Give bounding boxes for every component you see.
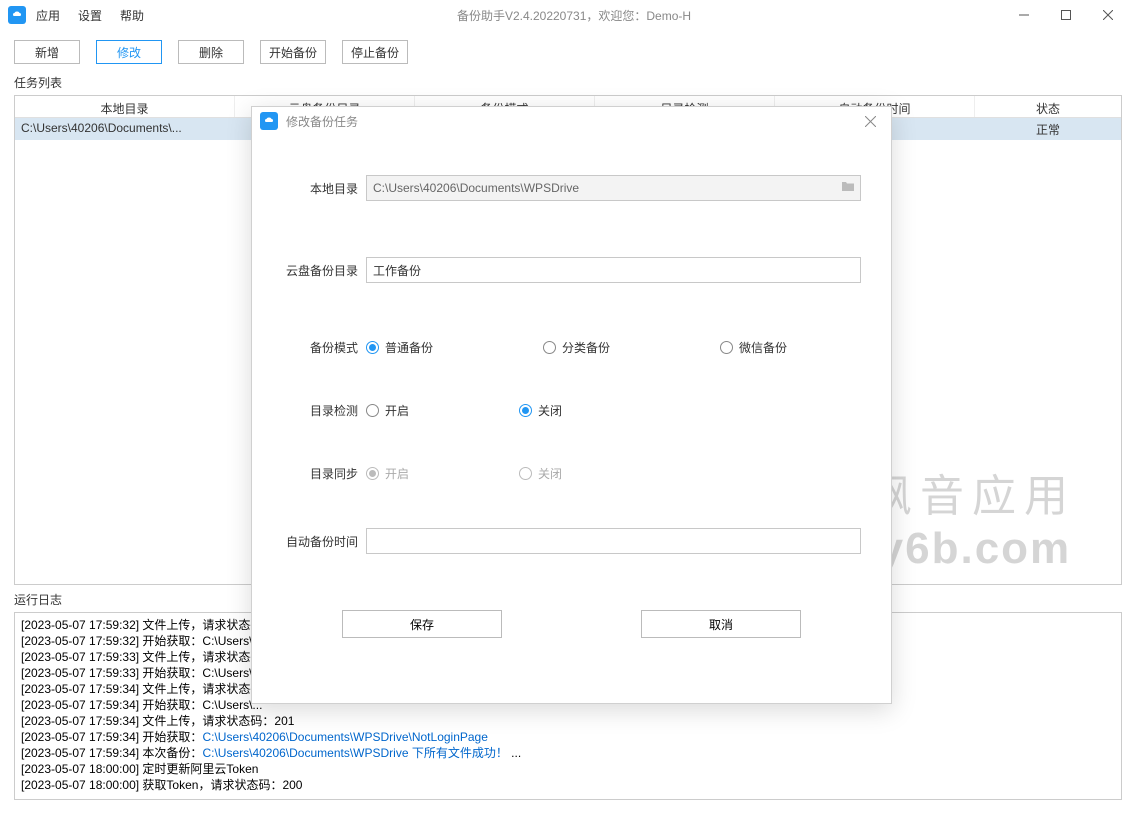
cell-status: 正常 xyxy=(975,118,1121,140)
maximize-button[interactable] xyxy=(1046,1,1086,29)
label-auto-time: 自动备份时间 xyxy=(282,533,366,550)
title-bar: 应用 设置 帮助 备份助手V2.4.20220731，欢迎您：Demo-H xyxy=(0,0,1136,30)
radio-mode-category[interactable]: 分类备份 xyxy=(543,339,610,356)
dialog-body: 本地目录 云盘备份目录 备份模式 普通备份 分类备份 微信备份 目录检测 xyxy=(252,135,891,658)
log-line: [2023-05-07 17:59:34] 开始获取：C:\Users\4020… xyxy=(21,729,1115,745)
task-list-label: 任务列表 xyxy=(0,72,1136,95)
radio-mode-normal[interactable]: 普通备份 xyxy=(366,339,433,356)
cancel-button[interactable]: 取消 xyxy=(641,610,801,638)
radio-detect-on[interactable]: 开启 xyxy=(366,402,409,419)
th-status[interactable]: 状态 xyxy=(975,96,1121,117)
label-local-dir: 本地目录 xyxy=(282,180,366,197)
start-backup-button[interactable]: 开始备份 xyxy=(260,40,326,64)
window-title: 备份助手V2.4.20220731，欢迎您：Demo-H xyxy=(144,7,1004,24)
radio-sync-on: 开启 xyxy=(366,465,409,482)
dialog-title: 修改备份任务 xyxy=(286,113,358,130)
log-line: [2023-05-07 18:00:00] 获取Token，请求状态码：200 xyxy=(21,777,1115,793)
input-auto-time[interactable] xyxy=(366,528,861,554)
close-button[interactable] xyxy=(1088,1,1128,29)
label-backup-mode: 备份模式 xyxy=(282,339,366,356)
edit-button[interactable]: 修改 xyxy=(96,40,162,64)
label-sync: 目录同步 xyxy=(282,465,366,482)
cell-local: C:\Users\40206\Documents\... xyxy=(15,118,235,140)
log-line: [2023-05-07 17:59:34] 本次备份：C:\Users\4020… xyxy=(21,745,1115,761)
delete-button[interactable]: 删除 xyxy=(178,40,244,64)
dialog-app-icon xyxy=(260,112,278,130)
log-line: [2023-05-07 18:00:00] 定时更新阿里云Token xyxy=(21,761,1115,777)
label-cloud-dir: 云盘备份目录 xyxy=(282,262,366,279)
dialog-titlebar: 修改备份任务 xyxy=(252,107,891,135)
input-local-dir[interactable] xyxy=(366,175,861,201)
radio-mode-wechat[interactable]: 微信备份 xyxy=(720,339,787,356)
new-button[interactable]: 新增 xyxy=(14,40,80,64)
app-icon xyxy=(8,6,26,24)
minimize-button[interactable] xyxy=(1004,1,1044,29)
menu-bar: 应用 设置 帮助 xyxy=(36,7,144,24)
window-controls xyxy=(1004,1,1128,29)
dialog-close-button[interactable] xyxy=(857,109,883,133)
radio-detect-off[interactable]: 关闭 xyxy=(519,402,562,419)
label-detect: 目录检测 xyxy=(282,402,366,419)
radio-sync-off: 关闭 xyxy=(519,465,562,482)
log-line: [2023-05-07 17:59:34] 文件上传，请求状态码：201 xyxy=(21,713,1115,729)
input-cloud-dir[interactable] xyxy=(366,257,861,283)
th-local[interactable]: 本地目录 xyxy=(15,96,235,117)
save-button[interactable]: 保存 xyxy=(342,610,502,638)
toolbar: 新增 修改 删除 开始备份 停止备份 xyxy=(0,30,1136,72)
stop-backup-button[interactable]: 停止备份 xyxy=(342,40,408,64)
menu-settings[interactable]: 设置 xyxy=(78,7,102,24)
folder-browse-icon[interactable] xyxy=(841,180,855,195)
menu-help[interactable]: 帮助 xyxy=(120,7,144,24)
menu-app[interactable]: 应用 xyxy=(36,7,60,24)
edit-task-dialog: 修改备份任务 本地目录 云盘备份目录 备份模式 普通备份 分类备份 xyxy=(251,106,892,704)
